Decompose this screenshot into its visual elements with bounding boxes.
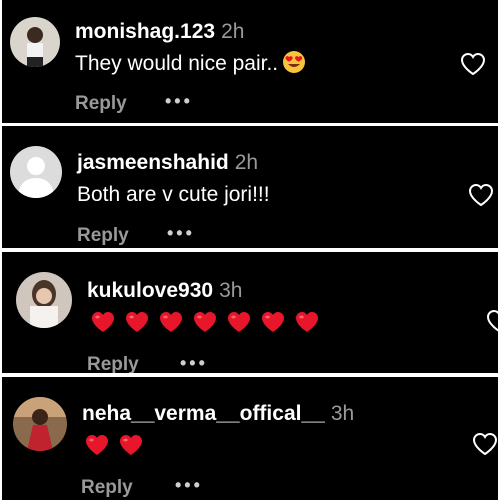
comment-username[interactable]: monishag.123 2h [75,20,244,44]
like-heart-icon[interactable] [486,309,498,333]
like-heart-icon[interactable] [472,432,498,456]
comment-text: Both are v cute jori!!! [77,183,270,206]
comment-card-1: monishag.123 2h They would nice pair.. Re… [2,0,498,123]
like-heart-icon[interactable] [468,183,494,207]
comment-timestamp: 2h [221,20,245,43]
comment-username[interactable]: jasmeenshahid 2h [77,151,258,175]
avatar[interactable] [10,17,60,67]
comment-card-2: jasmeenshahid 2h Both are v cute jori!!! … [2,126,498,248]
more-options-button[interactable]: ••• [165,91,193,112]
red-heart-emoji-icon [226,310,252,334]
red-heart-emoji-icon [84,433,110,457]
comment-username[interactable]: kukulove930 3h [87,279,242,303]
red-heart-emoji-icon [192,310,218,334]
reply-button[interactable]: Reply [75,93,127,115]
red-heart-emoji-icon [118,433,144,457]
comment-card-3: kukulove930 3h Reply ••• [2,252,498,373]
comment-text: They would nice pair.. [75,50,306,76]
red-heart-emoji-icon [158,310,184,334]
comment-timestamp: 2h [234,151,259,174]
reply-button[interactable]: Reply [87,354,139,373]
reply-button[interactable]: Reply [81,477,133,499]
red-hearts-row [84,433,144,457]
avatar[interactable] [16,272,72,328]
more-options-button[interactable]: ••• [167,223,195,244]
comment-card-4: neha__verma__offical__ 3h Reply ••• [2,377,498,500]
comment-timestamp: 3h [219,279,243,302]
more-options-button[interactable]: ••• [175,475,203,496]
red-heart-emoji-icon [90,310,116,334]
red-heart-emoji-icon [124,310,150,334]
comment-username[interactable]: neha__verma__offical__ 3h [82,402,354,426]
red-hearts-row [90,310,320,334]
like-heart-icon[interactable] [460,52,486,76]
reply-button[interactable]: Reply [77,225,129,247]
avatar[interactable] [13,397,67,451]
avatar[interactable] [10,146,62,198]
red-heart-emoji-icon [294,310,320,334]
comment-timestamp: 3h [330,402,355,425]
heart-eyes-emoji-icon [282,50,306,74]
more-options-button[interactable]: ••• [180,353,208,373]
red-heart-emoji-icon [260,310,286,334]
